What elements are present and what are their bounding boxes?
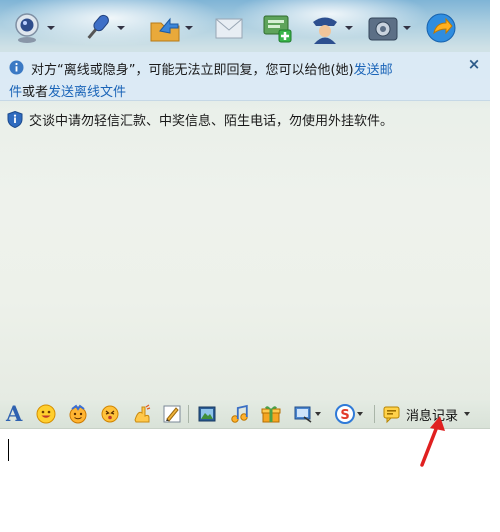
multifunction-button[interactable]	[132, 404, 152, 424]
magic-emoji-icon	[69, 404, 87, 424]
input-method-dropdown-arrow[interactable]	[357, 412, 363, 416]
gift-icon	[261, 406, 281, 423]
send-email-button[interactable]	[212, 8, 246, 48]
font-button[interactable]: A	[6, 401, 23, 426]
sogou-input-icon: S	[335, 404, 355, 424]
emoji-icon	[36, 404, 56, 424]
close-notice-button[interactable]: ×	[467, 57, 481, 72]
doodle-icon	[163, 405, 181, 423]
assist-dropdown-arrow[interactable]	[345, 26, 353, 30]
notice-line-1: 对方“离线或隐身”，可能无法立即回复，您可以给他(她)发送邮	[31, 59, 393, 78]
microphone-icon	[87, 14, 109, 39]
settings-icon	[368, 17, 398, 41]
magic-emoji-button[interactable]	[68, 404, 88, 424]
screenshot-icon	[294, 406, 312, 423]
send-file-icon	[150, 17, 180, 42]
video-call-button[interactable]	[10, 8, 55, 48]
shake-icon	[101, 405, 119, 423]
remote-assist-button[interactable]	[308, 8, 353, 48]
security-tip-text: 交谈中请勿轻信汇款、中奖信息、陌生电话，勿使用外挂软件。	[29, 114, 394, 129]
info-icon	[9, 60, 24, 75]
gift-button[interactable]	[261, 404, 281, 424]
share-button[interactable]	[424, 8, 458, 48]
history-icon	[383, 406, 400, 424]
send-offline-mail-link-cont[interactable]: 件	[9, 85, 22, 100]
file-dropdown-arrow[interactable]	[185, 26, 193, 30]
screenshot-dropdown-arrow[interactable]	[315, 412, 321, 416]
send-image-button[interactable]	[197, 404, 217, 424]
history-dropdown-arrow[interactable]	[464, 412, 471, 416]
music-icon	[231, 404, 248, 423]
add-app-icon	[263, 15, 292, 43]
emoji-button[interactable]	[36, 404, 56, 424]
transfer-file-button[interactable]	[148, 8, 193, 48]
voice-call-button[interactable]	[80, 8, 125, 48]
screenshot-button[interactable]	[293, 404, 321, 424]
notice-text-or: 或者	[22, 85, 49, 100]
input-method-button[interactable]: S	[335, 404, 363, 424]
email-icon	[215, 18, 243, 39]
remote-assist-icon	[313, 17, 337, 44]
top-toolbar	[0, 8, 490, 50]
doodle-button[interactable]	[162, 404, 182, 424]
svg-text:S: S	[340, 408, 349, 423]
settings-button[interactable]	[366, 8, 411, 48]
send-offline-file-link[interactable]: 发送离线文件	[48, 85, 126, 100]
font-icon: A	[6, 401, 23, 426]
send-offline-mail-link[interactable]: 发送邮	[354, 63, 393, 78]
text-caret	[8, 439, 9, 461]
webcam-icon	[15, 13, 39, 43]
toolbar-separator	[188, 405, 189, 423]
image-icon	[198, 406, 216, 422]
notice-line-2: 件或者发送离线文件	[9, 81, 126, 100]
offline-notice: 对方“离线或隐身”，可能无法立即回复，您可以给他(她)发送邮 件或者发送离线文件…	[0, 52, 490, 101]
shake-button[interactable]	[100, 404, 120, 424]
settings-dropdown-arrow[interactable]	[403, 26, 411, 30]
shield-icon	[7, 111, 23, 128]
share-icon	[426, 13, 456, 43]
voice-dropdown-arrow[interactable]	[117, 26, 125, 30]
music-button[interactable]	[229, 404, 249, 424]
window-edge	[490, 0, 500, 532]
toolbar-separator	[374, 405, 375, 423]
video-dropdown-arrow[interactable]	[47, 26, 55, 30]
security-tip: 交谈中请勿轻信汇款、中奖信息、陌生电话，勿使用外挂软件。	[7, 110, 393, 129]
app-button[interactable]	[260, 8, 294, 48]
chat-window: 对方“离线或隐身”，可能无法立即回复，您可以给他(她)发送邮 件或者发送离线文件…	[0, 0, 490, 532]
notice-text: 对方“离线或隐身”，可能无法立即回复，您可以给他(她)	[31, 63, 354, 78]
red-arrow-annotation	[420, 416, 445, 467]
multifunction-icon	[134, 404, 151, 423]
